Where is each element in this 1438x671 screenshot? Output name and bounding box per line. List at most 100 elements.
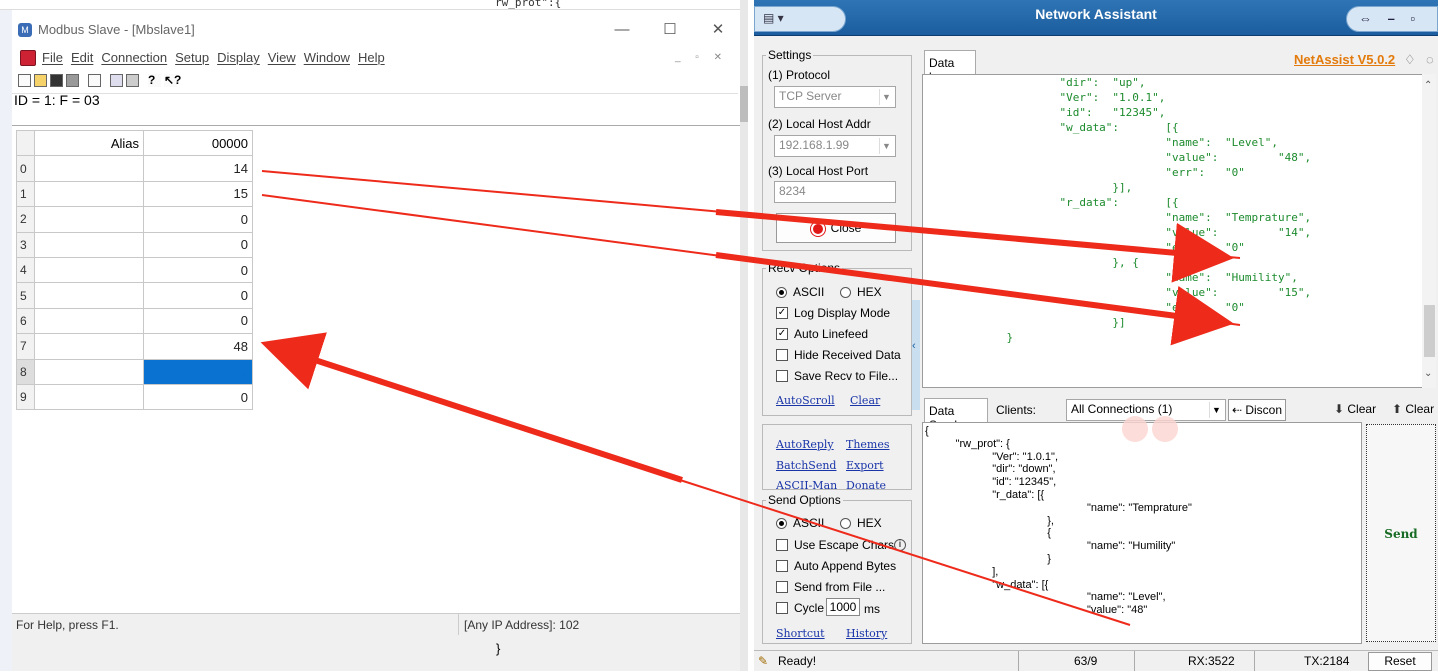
reset-button[interactable]: Reset <box>1368 652 1432 671</box>
tab-data-send[interactable]: Data Send <box>924 398 988 432</box>
send-button[interactable]: Send <box>1366 424 1436 642</box>
ascii-man-link[interactable]: ASCII-Man <box>776 479 837 489</box>
host-addr-select[interactable]: 192.168.1.99 ▼ <box>774 135 896 157</box>
menu-setup[interactable]: Setup <box>175 50 209 65</box>
scroll-down-icon[interactable]: ⌄ <box>1424 368 1432 379</box>
row-index[interactable]: 6 <box>16 307 35 335</box>
row-index[interactable]: 8 <box>16 358 35 385</box>
themes-link[interactable]: Themes <box>846 438 890 451</box>
register-value-cell[interactable]: 15 <box>143 180 253 208</box>
chevron-left-icon[interactable]: ‹ <box>912 340 916 352</box>
mdi-controls[interactable]: _ ▫ ✕ <box>675 52 728 63</box>
document-icon[interactable] <box>20 50 36 66</box>
alias-cell[interactable] <box>34 206 144 233</box>
register-value-cell[interactable]: 0 <box>143 383 253 411</box>
alias-cell[interactable] <box>34 231 144 258</box>
batchsend-link[interactable]: BatchSend <box>776 459 836 472</box>
clear-recv-link[interactable]: Clear <box>850 394 880 407</box>
row-index[interactable]: 4 <box>16 256 35 284</box>
host-port-input[interactable]: 8234 <box>774 181 896 203</box>
row-index[interactable]: 5 <box>16 282 35 309</box>
cycle-interval-input[interactable]: 1000 <box>826 598 860 616</box>
recv-ascii-radio[interactable]: ASCII <box>776 285 824 299</box>
tab-data-log[interactable]: Data log <box>924 50 976 84</box>
clear-send-button[interactable]: ⬇ Clear <box>1334 402 1376 416</box>
alias-cell[interactable] <box>34 307 144 335</box>
chevron-down-icon[interactable]: ▼ <box>879 89 893 105</box>
help-icon[interactable]: ? <box>148 74 161 87</box>
menu-file[interactable]: File <box>42 50 63 65</box>
open-icon[interactable] <box>34 74 47 87</box>
table-row[interactable]: 30 <box>16 231 253 258</box>
export-link[interactable]: Export <box>846 459 884 472</box>
table-row[interactable]: 20 <box>16 206 253 233</box>
table-row[interactable]: 90 <box>16 383 253 411</box>
use-escape-checkbox[interactable]: Use Escape Chars i <box>776 538 907 552</box>
close-connection-button[interactable]: Close <box>776 213 896 243</box>
menu-connection[interactable]: Connection <box>101 50 167 65</box>
scroll-up-icon[interactable]: ⌃ <box>1424 80 1432 91</box>
row-index[interactable]: 0 <box>16 155 35 182</box>
row-index[interactable]: 1 <box>16 180 35 208</box>
maximize-button[interactable]: ☐ <box>650 18 690 42</box>
new-icon[interactable] <box>18 74 31 87</box>
menu-display[interactable]: Display <box>217 50 260 65</box>
alias-cell[interactable] <box>34 333 144 360</box>
register-value-cell[interactable]: 14 <box>143 155 253 182</box>
diamond-icon[interactable]: ♢ <box>1404 52 1416 68</box>
print-icon[interactable] <box>66 74 79 87</box>
menu-edit[interactable]: Edit <box>71 50 93 65</box>
data-log-scroll-thumb[interactable] <box>1424 305 1435 357</box>
alias-cell[interactable] <box>34 383 144 411</box>
clear-recv-button[interactable]: ⬆ Clear <box>1392 402 1434 416</box>
cycle-checkbox[interactable]: Cycle <box>776 601 824 615</box>
row-index[interactable]: 2 <box>16 206 35 233</box>
register-value-cell[interactable]: 48 <box>143 333 253 360</box>
menu-help[interactable]: Help <box>358 50 385 65</box>
register-value-cell[interactable]: 0 <box>143 206 253 233</box>
save-recv-checkbox[interactable]: Save Recv to File... <box>776 369 898 383</box>
autoreply-link[interactable]: AutoReply <box>776 438 834 451</box>
row-index[interactable]: 3 <box>16 231 35 258</box>
table-row[interactable]: 60 <box>16 307 253 335</box>
register-value-cell[interactable]: 0 <box>143 358 253 385</box>
alias-cell[interactable] <box>34 180 144 208</box>
register-value-cell[interactable]: 0 <box>143 231 253 258</box>
context-help-icon[interactable]: ↖? <box>164 74 181 87</box>
panel-collapse-handle[interactable] <box>912 300 920 410</box>
data-log-area[interactable]: "dir": "up", "Ver": "1.0.1", "id": "1234… <box>922 74 1436 388</box>
scrollbar-thumb[interactable] <box>740 86 748 122</box>
hide-received-checkbox[interactable]: Hide Received Data <box>776 348 901 362</box>
address-column-header[interactable]: 00000 <box>143 129 253 157</box>
version-link[interactable]: NetAssist V5.0.2 <box>1294 52 1395 67</box>
table-row[interactable]: 40 <box>16 256 253 284</box>
chevron-down-icon[interactable]: ▼ <box>879 138 893 154</box>
chevron-down-icon[interactable]: ▼ <box>1209 402 1223 418</box>
register-value-cell[interactable]: 0 <box>143 256 253 284</box>
donate-link[interactable]: Donate <box>846 479 886 489</box>
log-display-mode-checkbox[interactable]: ✓ Log Display Mode <box>776 306 890 320</box>
send-from-file-checkbox[interactable]: Send from File ... <box>776 580 885 594</box>
table-row[interactable]: 0 14 <box>16 155 253 182</box>
table-row[interactable]: 80 <box>16 358 253 385</box>
alias-column-header[interactable]: Alias <box>34 129 144 157</box>
bell-icon[interactable]: ◌ <box>1426 52 1434 67</box>
table-row[interactable]: 50 <box>16 282 253 309</box>
alias-cell[interactable] <box>34 155 144 182</box>
recv-hex-radio[interactable]: HEX <box>840 285 882 299</box>
minimize-button[interactable]: — <box>602 18 642 42</box>
connections-select[interactable]: All Connections (1) ▼ <box>1066 399 1226 421</box>
window-controls[interactable]: ⇔ – ▫ <box>1346 6 1438 32</box>
row-index[interactable]: 7 <box>16 333 35 360</box>
send-hex-radio[interactable]: HEX <box>840 516 882 530</box>
table-row[interactable]: 1 15 <box>16 180 253 208</box>
shortcut-link[interactable]: Shortcut <box>776 627 825 640</box>
auto-append-checkbox[interactable]: Auto Append Bytes <box>776 559 896 573</box>
menu-window[interactable]: Window <box>304 50 350 65</box>
register-value-cell[interactable]: 0 <box>143 282 253 309</box>
data-send-input[interactable]: { "rw_prot": { "Ver": "1.0.1", "dir": "d… <box>922 422 1362 644</box>
send-ascii-radio[interactable]: ASCII <box>776 516 824 530</box>
auto-linefeed-checkbox[interactable]: ✓ Auto Linefeed <box>776 327 868 341</box>
alias-cell[interactable] <box>34 282 144 309</box>
close-button[interactable]: ✕ <box>698 18 738 42</box>
